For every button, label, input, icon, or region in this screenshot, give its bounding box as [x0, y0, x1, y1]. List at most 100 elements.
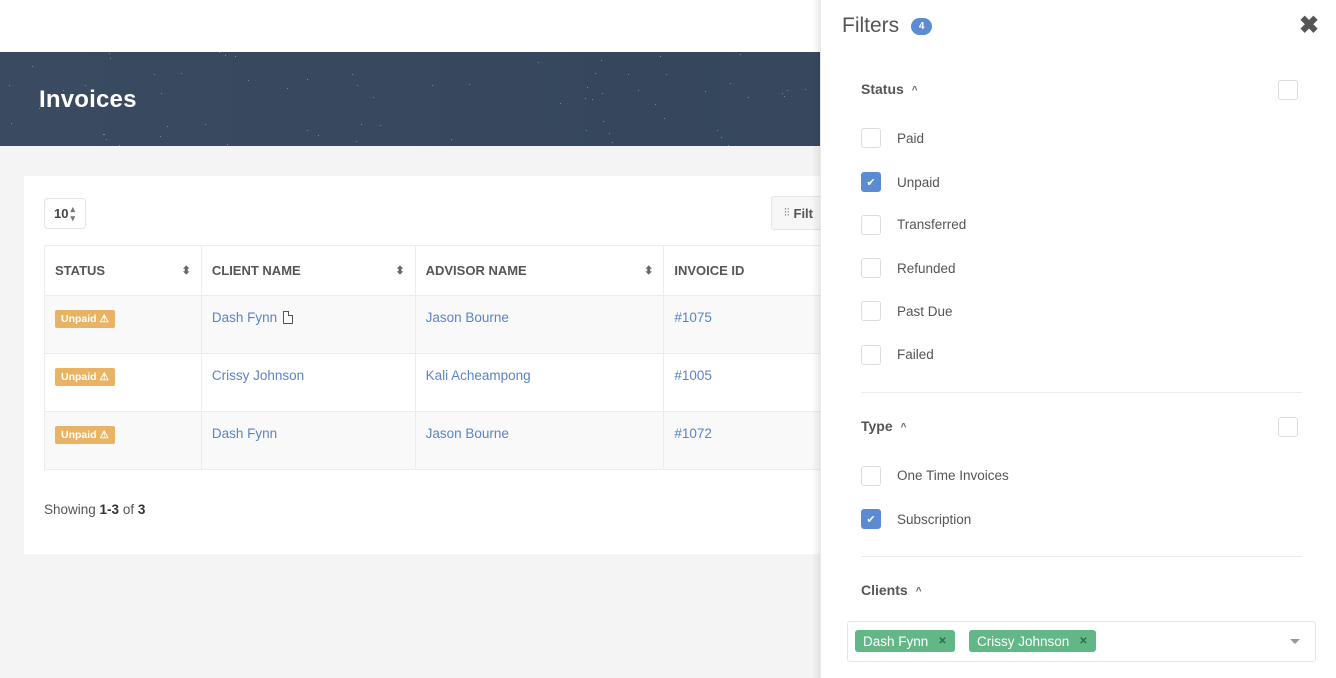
star-decoration: [227, 144, 228, 145]
table-row: Unpaid ⚠ Crissy Johnson Kali Acheampong …: [44, 353, 944, 412]
filters-title: Filters 4: [842, 14, 933, 38]
star-decoration: [585, 98, 586, 99]
checkbox-past-due[interactable]: [861, 301, 881, 321]
column-label: STATUS: [55, 263, 106, 278]
sort-icon[interactable]: ⬍: [182, 264, 191, 277]
close-icon[interactable]: ✖: [1299, 14, 1319, 38]
star-decoration: [225, 55, 226, 56]
checkbox-subscription[interactable]: ✔: [861, 509, 881, 529]
client-tag: Dash Fynn ✕: [855, 630, 955, 652]
divider: [861, 556, 1302, 557]
clients-section-toggle[interactable]: Clients ^: [861, 582, 922, 598]
star-decoration: [119, 145, 120, 146]
document-icon[interactable]: [283, 311, 294, 324]
star-decoration: [705, 91, 706, 92]
checkbox-refunded[interactable]: [861, 258, 881, 278]
invoice-link[interactable]: #1005: [674, 368, 712, 383]
invoices-table: STATUS ⬍ CLIENT NAME ⬍ ADVISOR NAME ⬍ INVOI…: [44, 245, 944, 470]
star-decoration: [248, 80, 249, 81]
type-section-toggle[interactable]: Type ^: [861, 418, 906, 434]
checkbox-one-time-invoices[interactable]: [861, 466, 881, 486]
client-tag-label: Crissy Johnson: [977, 633, 1070, 649]
star-decoration: [109, 53, 110, 54]
column-header-advisor-name[interactable]: ADVISOR NAME ⬍: [414, 245, 665, 296]
star-decoration: [748, 97, 749, 98]
select-arrows-icon: ▴ ▾: [70, 203, 75, 223]
star-decoration: [32, 66, 33, 67]
sort-icon[interactable]: ⬍: [395, 264, 404, 277]
checkbox-failed[interactable]: [861, 345, 881, 365]
star-decoration: [110, 58, 111, 59]
sort-icon[interactable]: ⬍: [644, 264, 653, 277]
star-decoration: [728, 145, 729, 146]
checkbox-paid[interactable]: [861, 128, 881, 148]
status-section-toggle[interactable]: Status ^: [861, 81, 918, 97]
star-decoration: [587, 87, 588, 88]
star-decoration: [787, 90, 788, 91]
star-decoration: [357, 85, 358, 86]
filters-panel: Filters 4 ✖ Status ^ Paid ✔ Unpaid Trans…: [820, 0, 1336, 678]
option-label-subscription: Subscription: [897, 512, 972, 527]
dropdown-caret-icon[interactable]: [1290, 639, 1300, 644]
star-decoration: [235, 56, 236, 57]
table-header-row: STATUS ⬍ CLIENT NAME ⬍ ADVISOR NAME ⬍ INVOI…: [44, 245, 944, 296]
star-decoration: [219, 52, 220, 53]
client-cell: Dash Fynn: [200, 295, 416, 354]
client-tag: Crissy Johnson ✕: [969, 630, 1096, 652]
page-title: Invoices: [39, 86, 137, 113]
checkbox-transferred[interactable]: [861, 215, 881, 235]
star-decoration: [469, 84, 470, 85]
star-decoration: [154, 74, 155, 75]
status-badge: Unpaid ⚠: [55, 426, 115, 444]
chevron-up-icon: ^: [915, 585, 922, 597]
option-label-unpaid: Unpaid: [897, 175, 940, 190]
option-label-refunded: Refunded: [897, 261, 956, 276]
per-page-select[interactable]: 10 ▴ ▾: [44, 198, 86, 229]
advisor-link[interactable]: Jason Bourne: [426, 310, 509, 325]
client-tag-label: Dash Fynn: [863, 633, 929, 649]
star-decoration: [85, 85, 86, 86]
star-decoration: [592, 99, 593, 100]
sliders-icon: ⫶⫶: [784, 206, 790, 219]
option-label-failed: Failed: [897, 347, 934, 362]
status-select-all-checkbox[interactable]: [1278, 80, 1298, 100]
star-decoration: [318, 135, 319, 136]
star-decoration: [666, 74, 667, 75]
clients-multiselect[interactable]: Dash Fynn ✕ Crissy Johnson ✕: [847, 621, 1316, 662]
checkbox-unpaid[interactable]: ✔: [861, 172, 881, 192]
star-decoration: [595, 73, 596, 74]
client-link[interactable]: Dash Fynn: [212, 310, 277, 325]
star-decoration: [104, 134, 105, 135]
advisor-link[interactable]: Kali Acheampong: [426, 368, 531, 383]
client-link[interactable]: Dash Fynn: [212, 426, 277, 441]
remove-tag-icon[interactable]: ✕: [938, 636, 946, 647]
column-header-status[interactable]: STATUS ⬍: [44, 245, 202, 296]
star-decoration: [740, 54, 741, 55]
star-decoration: [287, 88, 288, 89]
check-icon: ✔: [866, 176, 876, 189]
warning-icon: ⚠: [99, 313, 109, 325]
warning-icon: ⚠: [99, 429, 109, 441]
chevron-up-icon: ^: [900, 421, 907, 433]
client-link[interactable]: Crissy Johnson: [212, 368, 304, 383]
star-decoration: [612, 142, 613, 143]
advisor-link[interactable]: Jason Bourne: [426, 426, 509, 441]
star-decoration: [451, 139, 452, 140]
star-decoration: [307, 130, 308, 131]
filters-title-text: Filters: [842, 14, 900, 37]
advisor-cell: Jason Bourne: [414, 295, 665, 354]
pagination-summary: Showing 1-3 of 3: [44, 502, 146, 517]
filter-button-label: Filt: [793, 205, 814, 221]
star-decoration: [11, 123, 12, 124]
invoice-link[interactable]: #1075: [674, 310, 712, 325]
column-header-client-name[interactable]: CLIENT NAME ⬍: [200, 245, 416, 296]
advisor-cell: Jason Bourne: [414, 411, 665, 470]
remove-tag-icon[interactable]: ✕: [1079, 636, 1087, 647]
star-decoration: [432, 85, 433, 86]
star-decoration: [721, 137, 722, 138]
invoice-link[interactable]: #1072: [674, 426, 712, 441]
star-decoration: [63, 90, 64, 91]
star-decoration: [730, 83, 731, 84]
type-select-all-checkbox[interactable]: [1278, 417, 1298, 437]
column-label: CLIENT NAME: [211, 263, 301, 278]
